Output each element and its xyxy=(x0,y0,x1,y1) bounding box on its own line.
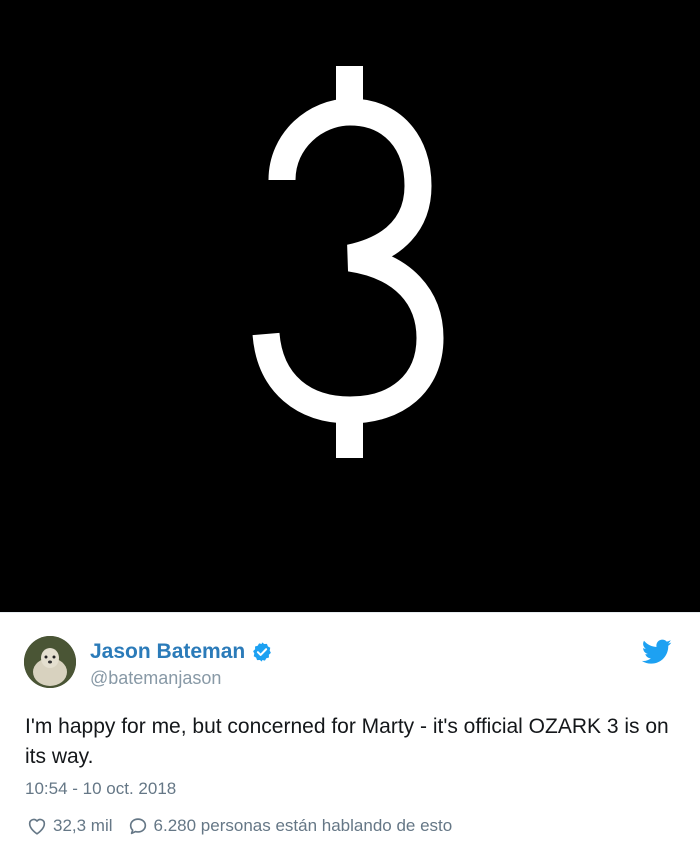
tweet-text: I'm happy for me, but concerned for Mart… xyxy=(25,715,669,768)
twitter-bird-icon[interactable] xyxy=(642,639,672,665)
tweet-actions: 32,3 mil 6.280 personas están hablando d… xyxy=(26,815,466,837)
tweet-image[interactable] xyxy=(0,0,700,612)
like-count: 32,3 mil xyxy=(53,816,113,835)
avatar[interactable] xyxy=(24,636,76,688)
dollar-three-graphic xyxy=(252,66,444,458)
heart-icon xyxy=(28,818,46,835)
like-button[interactable]: 32,3 mil xyxy=(26,815,113,837)
author-name[interactable]: Jason Bateman xyxy=(90,640,245,664)
speech-bubble-icon xyxy=(129,818,146,835)
tweet-card: Jason Bateman @batemanjason I'm happy fo… xyxy=(0,612,700,841)
conversation-count: 6.280 personas están hablando de esto xyxy=(153,816,453,835)
avatar-dog-image xyxy=(24,636,76,688)
verified-badge-icon xyxy=(253,642,272,662)
author-row: Jason Bateman xyxy=(90,640,273,664)
author-handle[interactable]: @batemanjason xyxy=(90,668,221,689)
tweet-timestamp[interactable]: 10:54 - 10 oct. 2018 xyxy=(25,779,176,799)
conversation-button[interactable]: 6.280 personas están hablando de esto xyxy=(127,815,453,837)
